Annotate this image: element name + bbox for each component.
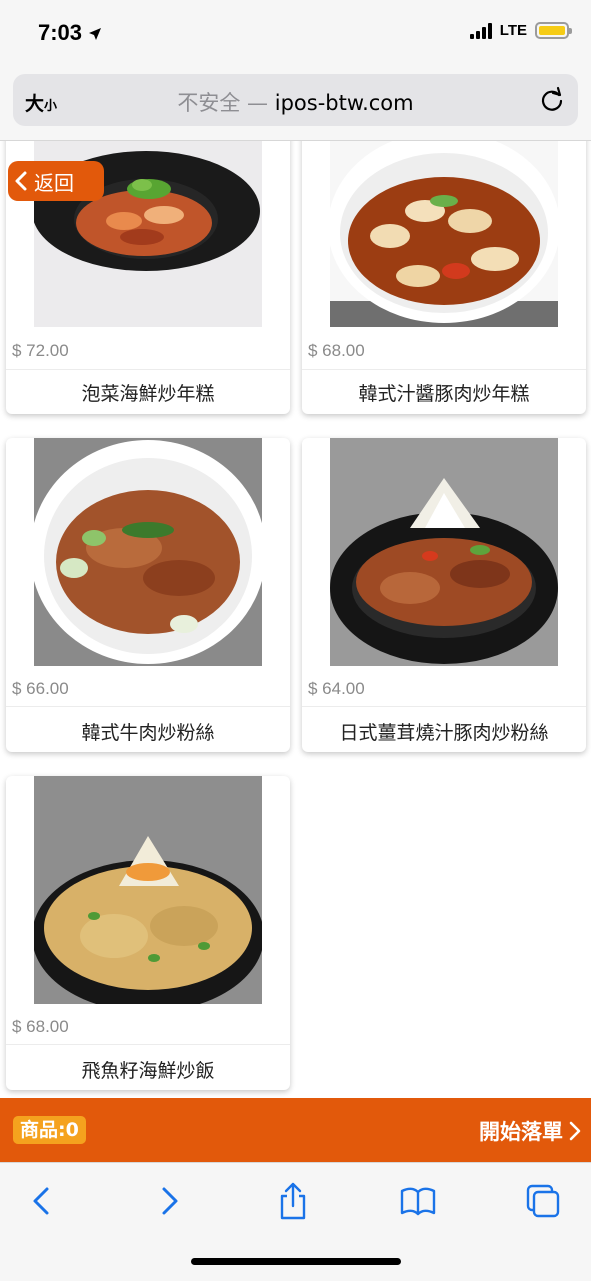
product-card[interactable]: $ 68.00 飛魚籽海鮮炒飯 <box>6 776 290 1090</box>
product-name: 韓式牛肉炒粉絲 <box>81 722 215 744</box>
share-icon[interactable] <box>273 1181 313 1221</box>
dish-photo <box>34 776 262 1004</box>
location-arrow-icon <box>89 28 102 41</box>
cart-count-label: 商品: <box>20 1119 66 1141</box>
back-arrow-icon[interactable] <box>22 1181 62 1221</box>
bookmarks-icon[interactable] <box>398 1181 438 1221</box>
cart-count-value: 0 <box>65 1119 79 1141</box>
battery-icon <box>535 22 572 39</box>
product-card[interactable]: $ 68.00 韓式汁醬豚肉炒年糕 <box>302 141 586 414</box>
divider <box>6 369 290 370</box>
clock: 7:03 <box>38 20 83 45</box>
reload-icon[interactable] <box>538 86 566 114</box>
tabs-icon[interactable] <box>523 1181 563 1221</box>
product-price: $ 68.00 <box>308 341 365 360</box>
domain-text: ipos-btw.com <box>274 91 414 115</box>
url-separator: — <box>240 91 275 115</box>
dish-photo <box>330 141 558 327</box>
back-button[interactable]: 返回 <box>8 161 104 201</box>
product-price: $ 72.00 <box>12 341 69 360</box>
start-order-button[interactable]: 開始落單 <box>479 1116 581 1146</box>
forward-arrow-icon[interactable] <box>149 1181 189 1221</box>
product-name: 日式薑茸燒汁豚肉炒粉絲 <box>339 722 549 744</box>
product-grid: 返回 $ 72.00 泡菜海鮮炒年糕 $ 68.00 韓式汁醬豚肉炒年糕 $ 6… <box>0 141 591 1098</box>
home-indicator[interactable] <box>191 1258 401 1265</box>
start-order-label: 開始落單 <box>479 1120 563 1144</box>
back-button-label: 返回 <box>34 170 74 195</box>
security-warning: 不安全 <box>177 91 241 115</box>
network-label: LTE <box>499 22 527 39</box>
dish-photo <box>34 438 262 666</box>
product-name: 飛魚籽海鮮炒飯 <box>81 1060 215 1082</box>
product-price: $ 66.00 <box>12 679 69 698</box>
address-bar[interactable]: 大小 不安全 — ipos-btw.com <box>13 74 578 126</box>
product-card[interactable]: $ 64.00 日式薑茸燒汁豚肉炒粉絲 <box>302 438 586 752</box>
product-name: 韓式汁醬豚肉炒年糕 <box>358 383 530 405</box>
order-bar: 商品: 0 開始落單 <box>0 1098 591 1162</box>
product-card[interactable]: $ 66.00 韓式牛肉炒粉絲 <box>6 438 290 752</box>
dish-photo <box>330 438 558 666</box>
status-indicators: LTE <box>469 22 572 39</box>
url-display[interactable]: 不安全 — ipos-btw.com <box>13 87 578 117</box>
chevron-left-icon <box>15 171 27 191</box>
divider <box>6 1044 290 1045</box>
chevron-right-icon <box>569 1121 581 1141</box>
product-price: $ 64.00 <box>308 679 365 698</box>
product-price: $ 68.00 <box>12 1017 69 1036</box>
browser-header: 大小 不安全 — ipos-btw.com <box>0 70 591 141</box>
cart-count-badge[interactable]: 商品: 0 <box>13 1116 86 1144</box>
status-bar: 7:03 LTE <box>0 0 591 70</box>
product-name: 泡菜海鮮炒年糕 <box>81 383 215 405</box>
divider <box>302 706 586 707</box>
signal-icon <box>469 22 492 39</box>
divider <box>302 369 586 370</box>
divider <box>6 706 290 707</box>
status-time: 7:03 <box>38 20 102 46</box>
